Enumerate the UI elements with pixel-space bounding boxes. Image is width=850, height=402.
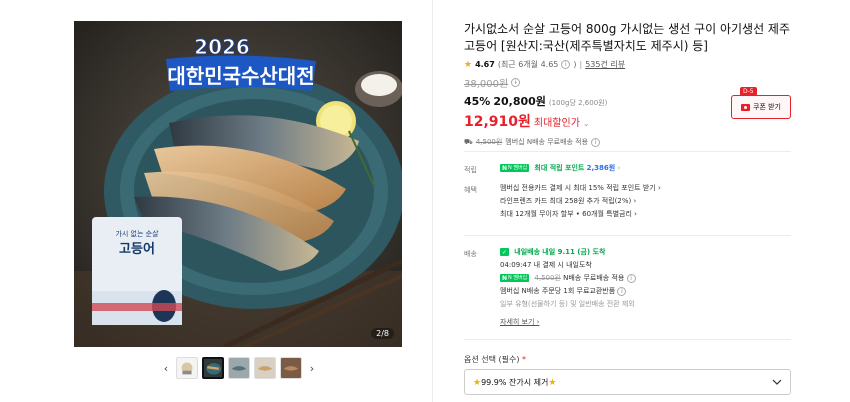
package-title: 고등어 xyxy=(119,241,155,257)
exchange-info-icon[interactable]: i xyxy=(617,287,627,296)
fee-strike: 4,500원 xyxy=(534,274,561,282)
divider xyxy=(464,339,791,340)
coupon-label: 쿠폰 받기 xyxy=(753,103,781,111)
next-day-badge: ✓ xyxy=(500,248,510,256)
benefits-list: 멤버십 전용카드 결제 시 최대 15% 적립 포인트 받기 › 라인프렌즈 카… xyxy=(500,182,661,221)
chevron-down-icon: ⌄ xyxy=(582,119,590,128)
product-info: 가시없소서 순살 고등어 800g 가시없는 생선 구이 아기생선 제주고등어 … xyxy=(464,21,794,147)
delivery-details: ✓ 내일배송 내일 9.11 (금) 도착 04:09:47 내 결제 시 내일… xyxy=(500,246,636,329)
banner-year: 2026 xyxy=(194,35,250,59)
required-mark: * xyxy=(522,355,527,364)
shipping-strike-price: 4,500원 xyxy=(475,138,503,146)
divider xyxy=(464,151,791,152)
best-price-label: 최대할인가 xyxy=(533,118,580,129)
divider xyxy=(464,235,791,236)
chevron-down-icon xyxy=(772,378,782,387)
main-product-image[interactable]: 2026 대한민국수산대전 가시 없는 순살 고등어 2/8 xyxy=(74,21,402,347)
shipping-note-text: 멤버십 N배송 무료배송 적용 xyxy=(505,138,589,146)
membership-badge: NN 멤버십 xyxy=(500,164,530,172)
rating-separator: | xyxy=(579,60,583,69)
points-text: 최대 적립 포인트 xyxy=(534,164,585,172)
banner-title: 대한민국수산대전 xyxy=(167,64,314,88)
shipping-info-icon[interactable]: i xyxy=(591,137,601,147)
details-link[interactable]: 자세히 보기 › xyxy=(500,316,636,329)
unit-price: (100g당 2,600원) xyxy=(548,99,608,107)
sale-price: 20,800원 xyxy=(493,95,546,108)
thumbnail-strip: ‹ › xyxy=(160,356,320,380)
exception-text: 일부 유형(선물하기 등) 및 일반배송 전환 제외 xyxy=(500,300,635,308)
star-icon: ★ xyxy=(473,377,482,388)
rating-recent: (최근 6개월 4.65 xyxy=(497,60,559,69)
rating-score: 4.67 xyxy=(475,60,495,69)
next-thumbnail-button[interactable]: › xyxy=(306,356,318,380)
delivery-label: 배송 xyxy=(464,250,477,258)
shipping-note: ⛟ 4,500원 멤버십 N배송 무료배송 적용 i xyxy=(464,137,794,147)
chevron-right-icon: › xyxy=(617,164,621,172)
delivery-fee-row: NN 멤버십 4,500원 N배송 무료배송 적용 i xyxy=(500,272,636,285)
review-count-link[interactable]: 535건 리뷰 xyxy=(585,59,625,70)
fee-info-icon[interactable]: i xyxy=(626,274,636,283)
thumbnail-5[interactable] xyxy=(280,357,302,379)
thumbnail-3[interactable] xyxy=(228,357,250,379)
option-value: 99.9% 잔가시 제거 xyxy=(481,377,549,387)
thumbnail-1[interactable] xyxy=(176,357,198,379)
rating-row: ★ 4.67 (최근 6개월 4.65 i ) | 535건 리뷰 xyxy=(464,59,794,70)
benefit-item[interactable]: 멤버십 전용카드 결제 시 최대 15% 적립 포인트 받기 › xyxy=(500,182,661,195)
column-divider xyxy=(432,0,433,402)
discount-rate: 45% xyxy=(464,95,491,108)
points-amount: 2,386원 xyxy=(586,164,616,172)
benefit-item[interactable]: 라인프렌즈 카드 최대 258원 추가 적립(2%) › xyxy=(500,195,661,208)
benefit-item[interactable]: 최대 12개월 무이자 할부 • 60개월 특별금리 › xyxy=(500,208,661,221)
option-label: 옵션 선택 (필수) * xyxy=(464,355,527,364)
star-icon: ★ xyxy=(548,377,557,388)
thumbnail-4[interactable] xyxy=(254,357,276,379)
exchange-row: 멤버십 N배송 주문당 1회 무료교환반품 i xyxy=(500,285,636,298)
fee-text: N배송 무료배송 적용 xyxy=(563,274,625,282)
best-price: 12,910원 xyxy=(464,114,531,130)
order-cutoff-note: 04:09:47 내 결제 시 내일도착 xyxy=(500,261,592,269)
coupon-dday-badge: D-5 xyxy=(740,87,757,96)
option-selected: ★99.9% 잔가시 제거★ xyxy=(473,377,556,388)
package-subtitle: 가시 없는 순살 xyxy=(115,229,159,238)
option-select[interactable]: ★99.9% 잔가시 제거★ xyxy=(464,369,791,395)
arrival-row: ✓ 내일배송 내일 9.11 (금) 도착 xyxy=(500,246,636,259)
product-photo: 2026 대한민국수산대전 가시 없는 순살 고등어 xyxy=(74,21,402,347)
truck-icon: ⛟ xyxy=(464,137,473,146)
image-counter: 2/8 xyxy=(371,328,394,339)
product-title: 가시없소서 순살 고등어 800g 가시없는 생선 구이 아기생선 제주고등어 … xyxy=(464,22,790,53)
info-icon[interactable]: i xyxy=(561,60,571,69)
original-price: 38,000원 xyxy=(464,79,509,90)
price-info-icon[interactable]: i xyxy=(511,78,521,87)
thumbnail-2[interactable] xyxy=(202,357,224,379)
points-row[interactable]: NN 멤버십 최대 적립 포인트 2,386원 › xyxy=(500,162,620,175)
exchange-text: 멤버십 N배송 주문당 1회 무료교환반품 xyxy=(500,287,616,295)
points-label: 적립 xyxy=(464,166,477,174)
arrival-badge-text: 내일배송 xyxy=(514,248,541,256)
benefits-label: 혜택 xyxy=(464,186,477,194)
star-icon: ★ xyxy=(464,59,473,70)
coupon-icon xyxy=(741,103,750,111)
coupon-button[interactable]: 쿠폰 받기 xyxy=(731,95,791,119)
rating-recent-close: ) xyxy=(573,60,577,69)
arrival-text: 내일 9.11 (금) 도착 xyxy=(542,248,606,256)
prev-thumbnail-button[interactable]: ‹ xyxy=(160,356,172,380)
membership-badge: NN 멤버십 xyxy=(500,274,530,282)
